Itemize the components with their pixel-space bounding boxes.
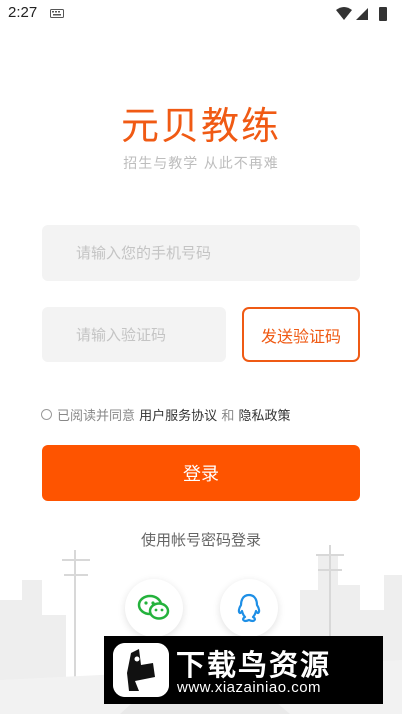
agreement-row: 已阅读并同意 用户服务协议 和 隐私政策 xyxy=(41,405,290,424)
status-icons xyxy=(336,7,387,21)
keyboard-icon xyxy=(50,9,64,18)
qq-login-button[interactable] xyxy=(220,579,278,637)
agreement-and: 和 xyxy=(221,409,235,424)
phone-input[interactable] xyxy=(42,225,360,281)
signal-icon xyxy=(356,8,368,20)
app-title: 元贝教练 xyxy=(120,104,281,148)
agreement-checkbox[interactable] xyxy=(41,409,52,420)
verification-code-input[interactable] xyxy=(42,307,226,362)
send-code-button[interactable]: 发送验证码 xyxy=(242,307,360,362)
agreement-prefix: 已阅读并同意 xyxy=(57,409,136,424)
password-login-link[interactable]: 使用帐号密码登录 xyxy=(0,529,402,550)
status-time: 2:27 xyxy=(8,4,38,21)
watermark-title: 下载鸟资源 xyxy=(176,648,332,682)
qq-icon xyxy=(237,593,261,623)
battery-icon xyxy=(379,7,387,21)
login-button[interactable]: 登录 xyxy=(42,445,360,501)
app-slogan: 招生与教学 从此不再难 xyxy=(123,156,279,172)
watermark-url: www.xiazainiao.com xyxy=(177,679,322,696)
wechat-icon xyxy=(137,594,170,620)
wechat-login-button[interactable] xyxy=(125,579,183,637)
user-agreement-link[interactable]: 用户服务协议 xyxy=(139,405,217,424)
watermark-banner: 下载鸟资源 www.xiazainiao.com xyxy=(104,636,383,704)
wifi-icon xyxy=(336,7,352,20)
status-bar: 2:27 xyxy=(0,0,402,28)
privacy-policy-link[interactable]: 隐私政策 xyxy=(238,405,290,424)
bird-logo-icon xyxy=(113,643,169,697)
